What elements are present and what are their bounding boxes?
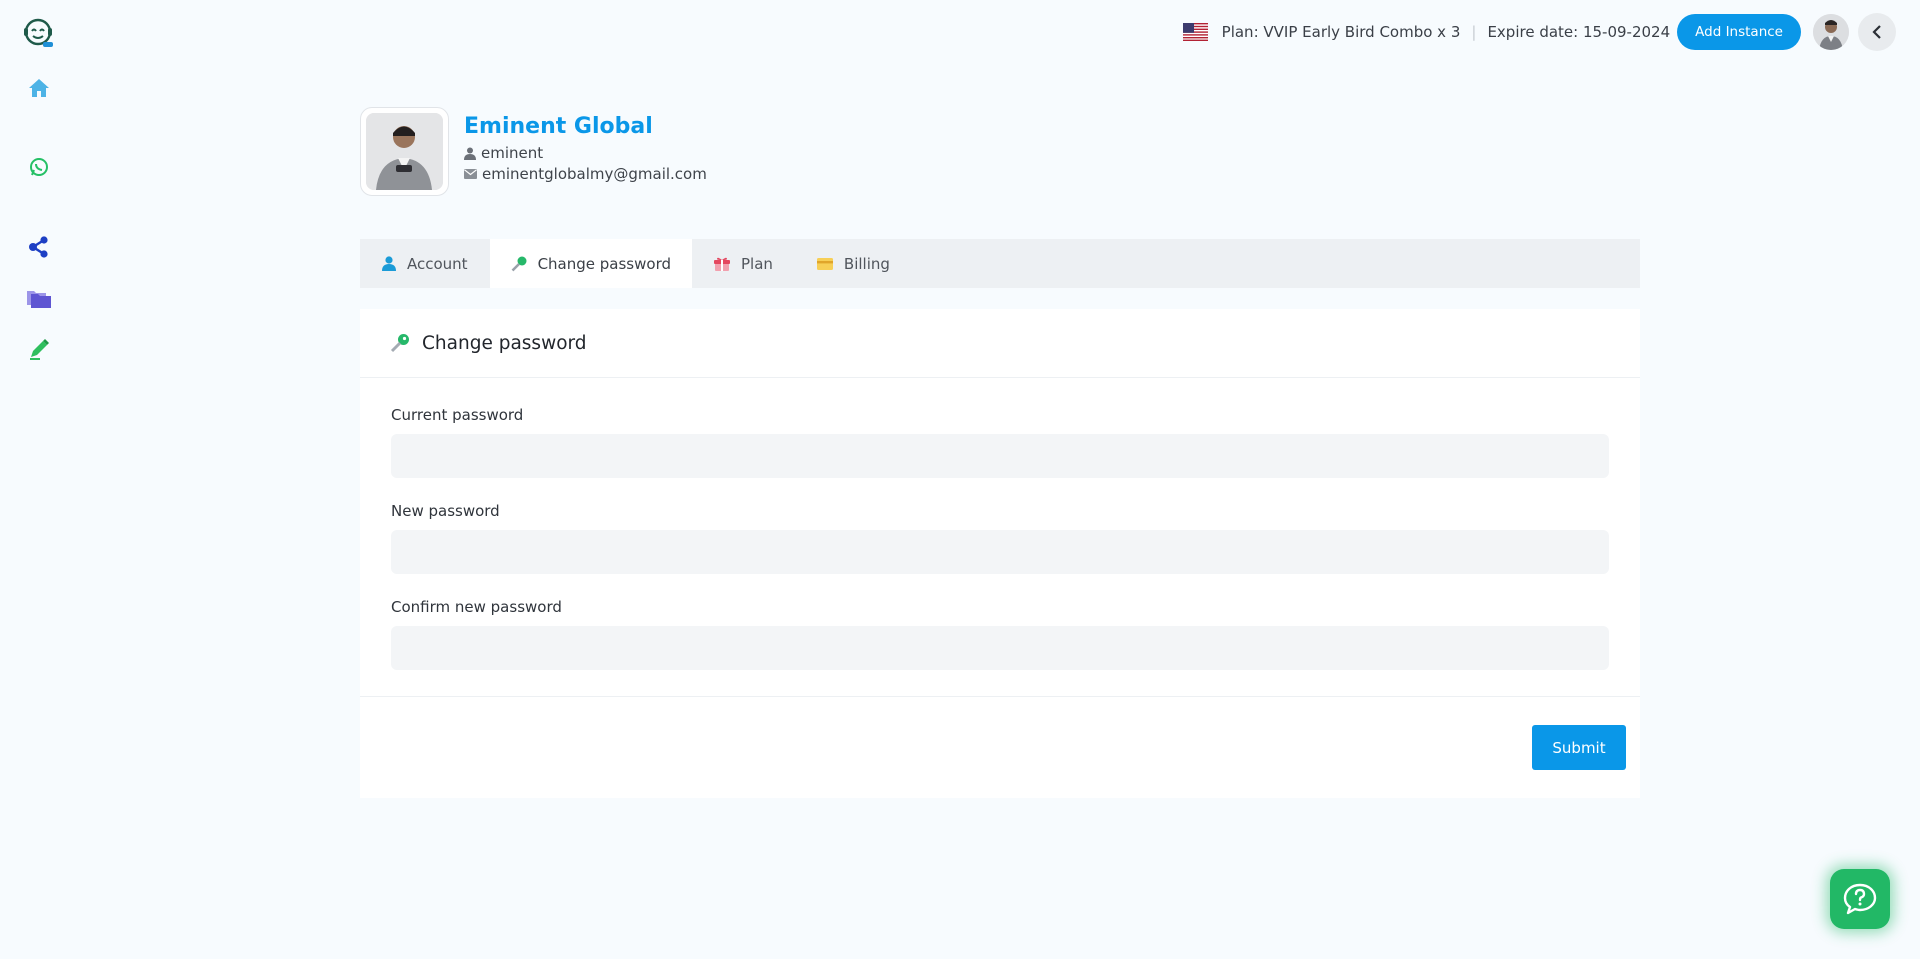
tab-label: Plan: [741, 254, 773, 273]
pen-edit-icon[interactable]: [20, 330, 58, 368]
home-icon[interactable]: [20, 69, 58, 107]
profile-photo: [360, 107, 449, 196]
share-nodes-icon[interactable]: [20, 228, 58, 266]
us-flag-icon[interactable]: [1182, 23, 1208, 41]
new-password-label: New password: [391, 502, 500, 520]
user-avatar[interactable]: [1813, 14, 1849, 50]
key-icon: [511, 256, 527, 271]
tab-label: Account: [407, 254, 468, 273]
profile-name: Eminent Global: [464, 114, 653, 139]
plan-text: Plan: VVIP Early Bird Combo x 3: [1221, 23, 1461, 41]
current-password-input[interactable]: [391, 434, 1609, 478]
user-icon: [382, 256, 396, 271]
sidebar: [0, 0, 78, 959]
user-icon: [464, 147, 476, 160]
key-icon: [390, 334, 409, 353]
card-footer: Submit: [360, 696, 1640, 798]
tab-change-password[interactable]: Change password: [489, 239, 692, 288]
submit-button[interactable]: Submit: [1532, 725, 1626, 770]
question-chat-icon: [1843, 883, 1877, 915]
gift-icon: [714, 257, 730, 271]
settings-tabs: Account Change password Plan Billing: [360, 239, 1640, 288]
profile-email: eminentglobalmy@gmail.com: [482, 165, 707, 184]
tab-label: Change password: [537, 254, 671, 273]
tab-plan[interactable]: Plan: [692, 239, 795, 288]
tab-account[interactable]: Account: [360, 239, 490, 288]
help-chat-button[interactable]: [1830, 869, 1890, 929]
current-password-label: Current password: [391, 406, 524, 424]
envelope-icon: [464, 169, 477, 180]
new-password-input[interactable]: [391, 530, 1609, 574]
topbar: Plan: VVIP Early Bird Combo x 3 | Expire…: [1182, 12, 1896, 52]
tab-billing[interactable]: Billing: [795, 239, 912, 288]
change-password-card: Change password Current password New pas…: [360, 309, 1640, 798]
logo-chat-bot-icon[interactable]: [20, 14, 58, 52]
topbar-separator: |: [1471, 23, 1477, 41]
card-header: Change password: [360, 309, 1640, 378]
credit-card-icon: [816, 257, 833, 270]
collapse-chevron-button[interactable]: [1858, 13, 1896, 51]
expire-date-text: Expire date: 15-09-2024: [1487, 23, 1671, 41]
chevron-left-icon: [1872, 25, 1881, 39]
profile-header: Eminent Global eminent eminentglobalmy@g…: [360, 107, 707, 196]
confirm-password-label: Confirm new password: [391, 598, 562, 616]
tab-label: Billing: [843, 254, 890, 273]
folders-icon[interactable]: [20, 279, 58, 317]
add-instance-button[interactable]: Add Instance: [1677, 14, 1801, 50]
password-form: Current password New password Confirm ne…: [360, 378, 1640, 696]
whatsapp-icon[interactable]: [20, 148, 58, 186]
confirm-password-input[interactable]: [391, 626, 1609, 670]
profile-username: eminent: [481, 144, 544, 163]
card-title: Change password: [422, 332, 587, 354]
